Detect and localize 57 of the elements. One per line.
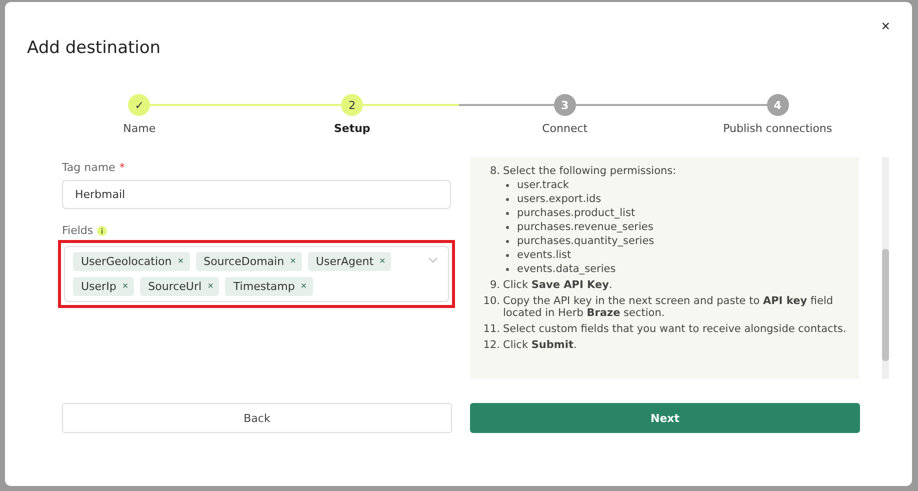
remove-tag-button[interactable]: × [208, 281, 214, 292]
step-number: 10. [482, 295, 500, 309]
chevron-down-icon [428, 257, 438, 263]
bullet-dot [506, 240, 509, 242]
info-icon [97, 226, 108, 236]
permission-item: purchases.quantity_series [517, 235, 654, 247]
bullet-dot [506, 226, 509, 228]
instruction-text: Select the following permissions: [503, 165, 676, 177]
instruction-text: Click Save API Key. [503, 279, 612, 291]
step-marker: ✓ [128, 94, 150, 116]
step-label: Name [123, 122, 156, 135]
step-number: 11. [482, 323, 500, 335]
scrollbar-thumb[interactable] [882, 249, 889, 361]
instruction-text: Select custom fields that you want to receive alongside contacts. [503, 323, 846, 335]
field-label: Fields [62, 224, 94, 237]
bullet-dot [506, 254, 509, 256]
field-label: Tag name [62, 161, 116, 174]
tag-label: SourceUrl [148, 280, 202, 293]
tag-label: SourceDomain [204, 255, 284, 268]
remove-tag-button[interactable]: × [122, 281, 128, 292]
step-number: 9. [488, 279, 500, 291]
step-label: Publish connections [723, 122, 832, 135]
step-number: 8. [488, 165, 500, 177]
step-label: Connect [542, 122, 588, 135]
close-button[interactable]: × [877, 16, 894, 37]
permission-item: events.data_series [517, 263, 616, 275]
step-marker: 3 [554, 94, 576, 116]
step-number: 12. [482, 339, 500, 351]
tag-label: Timestamp [233, 280, 295, 293]
tag-label: UserAgent [316, 255, 374, 268]
tag-label: UserIp [81, 280, 116, 293]
tag-name-input[interactable]: Herbmail [62, 180, 451, 209]
tag-label: UserGeolocation [81, 255, 172, 268]
back-button[interactable]: Back [62, 403, 452, 433]
bullet-dot [506, 184, 509, 186]
instruction-text: Click Submit. [503, 339, 577, 351]
step-marker: 2 [341, 94, 364, 116]
remove-tag-button[interactable]: × [380, 256, 386, 267]
bullet-dot [506, 268, 509, 270]
step-label: Setup [334, 122, 370, 135]
bullet-dot [506, 198, 509, 200]
dialog-title: Add destination [27, 38, 162, 58]
required-asterisk: * [119, 161, 125, 174]
step-marker: 4 [766, 94, 789, 116]
bullet-dot [506, 212, 509, 214]
remove-tag-button[interactable]: × [300, 281, 307, 292]
instruction-text: Copy the API key in the next screen and paste to API key field located in Herb Braze section. [503, 295, 834, 319]
permission-item: purchases.revenue_series [517, 221, 654, 233]
scrollbar[interactable] [882, 157, 889, 379]
fields-select[interactable]: UserGeolocation × SourceDomain × UserAgent × UserIp × SourceUrl × Timestamp × [64, 246, 449, 302]
remove-tag-button[interactable]: × [290, 256, 296, 267]
next-button[interactable]: Next [470, 403, 860, 433]
permission-item: events.list [517, 249, 572, 261]
remove-tag-button[interactable]: × [178, 256, 184, 267]
permission-item: user.track [517, 179, 569, 191]
permission-item: purchases.product_list [517, 207, 636, 219]
permission-item: users.export.ids [517, 193, 602, 205]
